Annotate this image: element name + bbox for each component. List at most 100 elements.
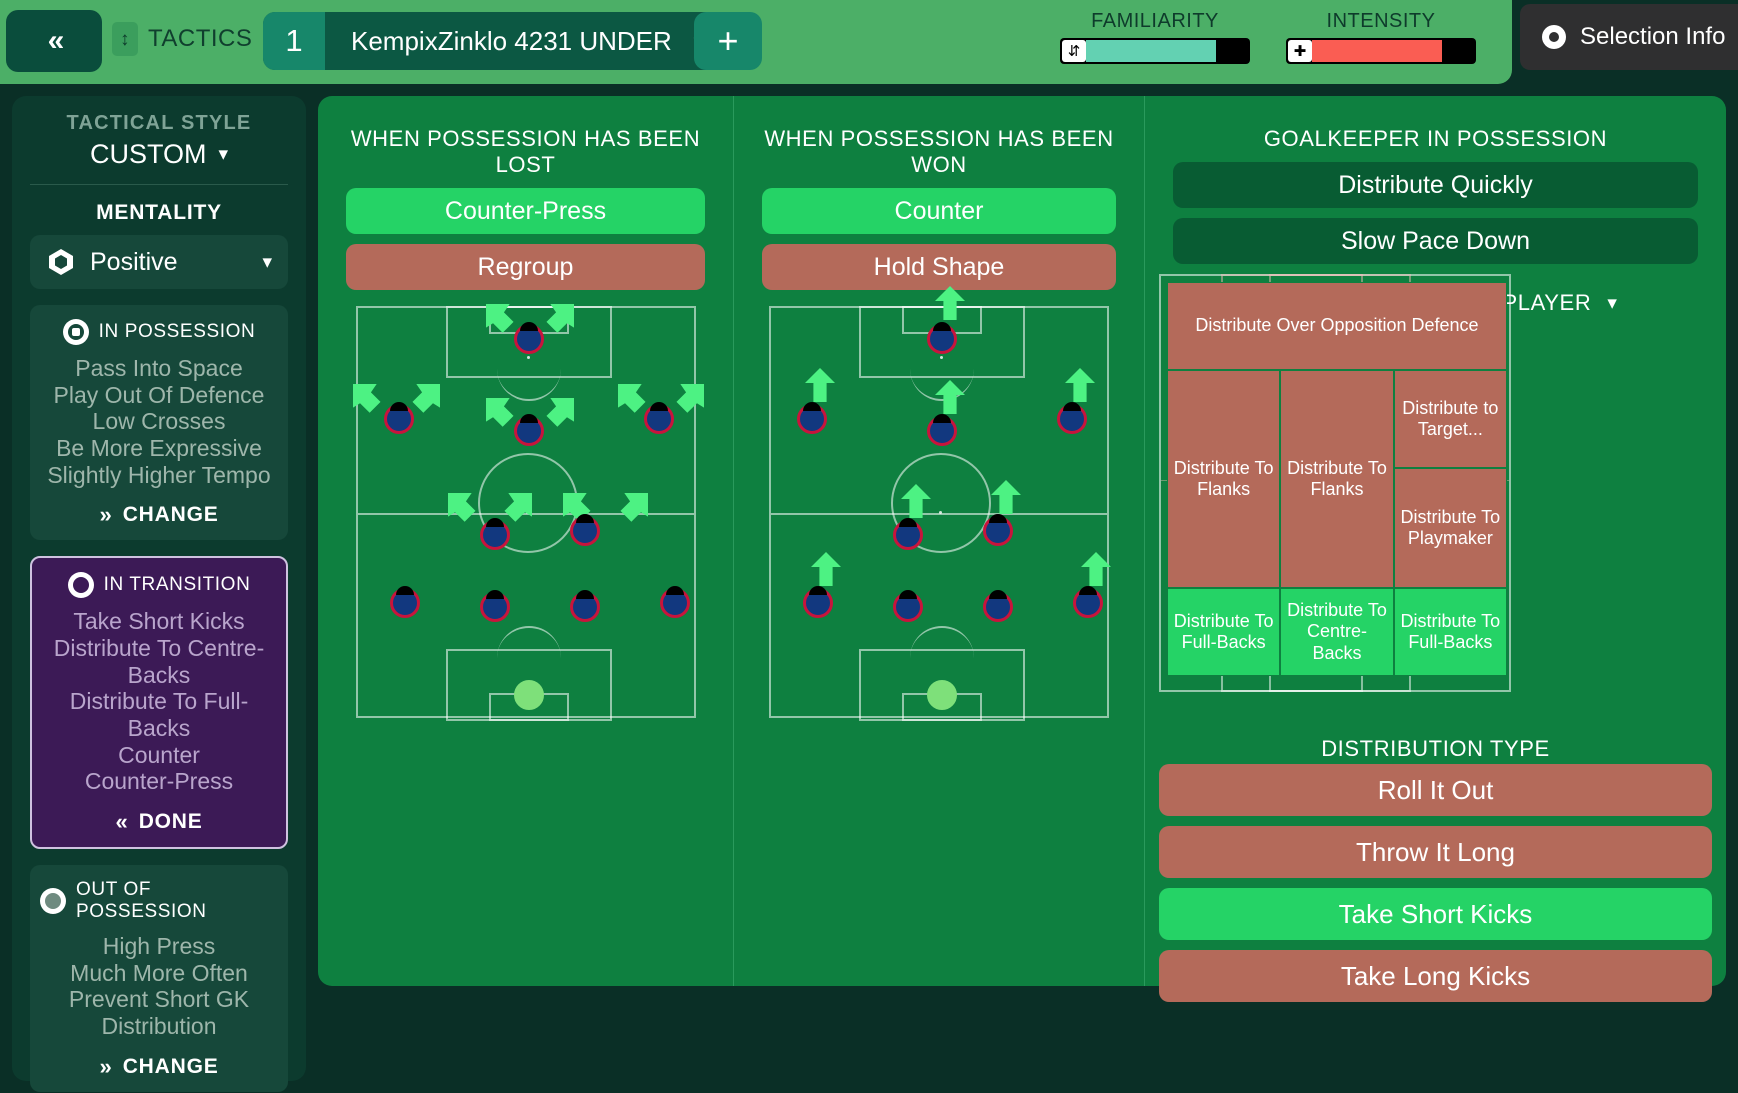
list-item: Be More Expressive [56,435,262,462]
phase-header: IN POSSESSION [40,319,278,345]
player-token[interactable] [480,518,510,550]
distribute-to-playmaker-cell[interactable]: Distribute To Playmaker [1393,468,1507,588]
intensity-bar: ✚ [1286,38,1476,64]
divider [30,184,288,185]
tactical-style-label: TACTICAL STYLE [66,112,252,134]
change-in-possession-button[interactable]: » CHANGE [40,502,278,528]
familiarity-label: FAMILIARITY [1091,10,1219,32]
main-panel: WHEN POSSESSION HAS BEEN LOST Counter-Pr… [318,96,1726,1002]
tactic-name-dropdown[interactable]: KempixZinklo 4231 UNDER ▾ [325,12,726,70]
distribution-type-title: DISTRIBUTION TYPE [1321,736,1550,761]
movement-arrow-up [991,480,1021,514]
take-long-kicks-button[interactable]: Take Long Kicks [1159,950,1712,1002]
intensity-label: INTENSITY [1326,10,1436,32]
player-token[interactable] [983,514,1013,546]
player-token[interactable] [660,586,690,618]
list-item: Counter [118,741,200,768]
throw-it-long-button[interactable]: Throw It Long [1159,826,1712,878]
tactical-style-dropdown[interactable]: CUSTOM ▾ [30,139,288,170]
phase-card-in-transition[interactable]: IN TRANSITION Take Short Kicks Distribut… [30,556,288,850]
counter-press-button[interactable]: Counter-Press [346,188,705,234]
list-item: Low Crosses [92,408,226,435]
collapse-sidebar-button[interactable]: « [6,10,102,72]
pitch-possession-lost[interactable] [353,304,704,721]
list-item: Pass Into Space [75,355,243,381]
player-token[interactable] [797,402,827,434]
phase-instruction-list: Pass Into Space Play Out Of Defence Low … [40,355,278,488]
phase-card-in-possession[interactable]: IN POSSESSION Pass Into Space Play Out O… [30,305,288,541]
player-token[interactable] [983,590,1013,622]
penalty-arc-bottom [497,626,561,670]
distribute-to-flanks-right-cell[interactable]: Distribute To Flanks [1280,370,1394,588]
selection-info-button[interactable]: Selection Info [1520,4,1738,70]
mentality-label: MENTALITY [96,201,222,224]
player-token[interactable] [893,590,923,622]
football-icon [62,319,89,345]
player-token[interactable] [390,586,420,618]
player-token[interactable] [480,590,510,622]
plus-icon: + [717,20,739,61]
player-token[interactable] [570,590,600,622]
player-token[interactable] [927,414,957,446]
distribution-grid: Distribute Over Opposition Defence Distr… [1167,282,1507,676]
phase-title: IN TRANSITION [103,574,251,596]
player-token[interactable] [514,322,544,354]
cube-icon [46,247,76,277]
phase-card-out-of-possession[interactable]: OUT OF POSSESSION High Press Much More O… [30,865,288,1092]
player-token[interactable] [1073,586,1103,618]
hold-shape-button[interactable]: Hold Shape [762,244,1116,290]
tactics-label-text: TACTICS [148,25,253,52]
column-possession-won: WHEN POSSESSION HAS BEEN WON Counter Hol… [733,96,1144,986]
list-item: High Press [102,933,216,960]
movement-arrow-up [805,368,835,402]
distribute-to-full-backs-right-cell[interactable]: Distribute To Full-Backs [1393,588,1507,676]
familiarity-icon: ⇵ [1062,40,1086,62]
movement-arrow-ne [412,384,440,413]
action-label: CHANGE [122,1054,219,1078]
movement-arrow-ne [620,493,648,522]
goalkeeper-token[interactable] [514,680,544,710]
player-token[interactable] [570,514,600,546]
penalty-arc-bottom [910,626,974,670]
change-out-of-possession-button[interactable]: » CHANGE [40,1054,278,1080]
done-in-transition-button[interactable]: « DONE [42,809,276,835]
player-token[interactable] [514,414,544,446]
movement-arrow-up [811,552,841,586]
distribute-quickly-button[interactable]: Distribute Quickly [1173,162,1698,208]
column-goalkeeper: GOALKEEPER IN POSSESSION Distribute Quic… [1144,96,1726,1002]
player-token[interactable] [893,518,923,550]
player-token[interactable] [384,402,414,434]
counter-button[interactable]: Counter [762,188,1116,234]
phase-header: OUT OF POSSESSION [40,879,278,923]
distribute-to-flanks-left-cell[interactable]: Distribute To Flanks [1167,370,1281,588]
familiarity-bar: ⇵ [1060,38,1250,64]
centre-spot [939,511,942,514]
phase-instruction-list: Take Short Kicks Distribute To Centre-Ba… [42,608,276,795]
distribute-over-opposition-defence-cell[interactable]: Distribute Over Opposition Defence [1167,282,1507,370]
tactic-name-text: KempixZinklo 4231 UNDER [351,25,672,56]
player-token[interactable] [644,402,674,434]
list-item: Much More Often [70,959,248,986]
column-title: WHEN POSSESSION HAS BEEN WON [764,126,1114,177]
distribute-to-target-cell[interactable]: Distribute to Target... [1393,370,1507,468]
mentality-dropdown[interactable]: Positive ▾ [30,235,288,289]
chevron-down-icon: ▾ [1607,292,1618,314]
player-token[interactable] [1057,402,1087,434]
take-short-kicks-button[interactable]: Take Short Kicks [1159,888,1712,940]
distribute-to-centre-backs-cell[interactable]: Distribute To Centre-Backs [1280,588,1394,676]
list-item: Counter-Press [84,768,234,795]
movement-arrow-nw [448,493,476,522]
tactic-tab[interactable]: 1 KempixZinklo 4231 UNDER ▾ [263,12,726,70]
add-tactic-button[interactable]: + [694,12,762,70]
pitch-possession-won[interactable] [769,286,1111,721]
player-token[interactable] [927,322,957,354]
player-token[interactable] [803,586,833,618]
slow-pace-down-button[interactable]: Slow Pace Down [1173,218,1698,264]
goalkeeper-token[interactable] [927,680,957,710]
chevrons-right-icon: » [99,1053,111,1079]
intensity-meter: INTENSITY ✚ [1286,10,1476,64]
chevron-down-icon: ▾ [218,144,229,165]
distribute-to-full-backs-left-cell[interactable]: Distribute To Full-Backs [1167,588,1281,676]
roll-it-out-button[interactable]: Roll It Out [1159,764,1712,816]
regroup-button[interactable]: Regroup [346,244,705,290]
